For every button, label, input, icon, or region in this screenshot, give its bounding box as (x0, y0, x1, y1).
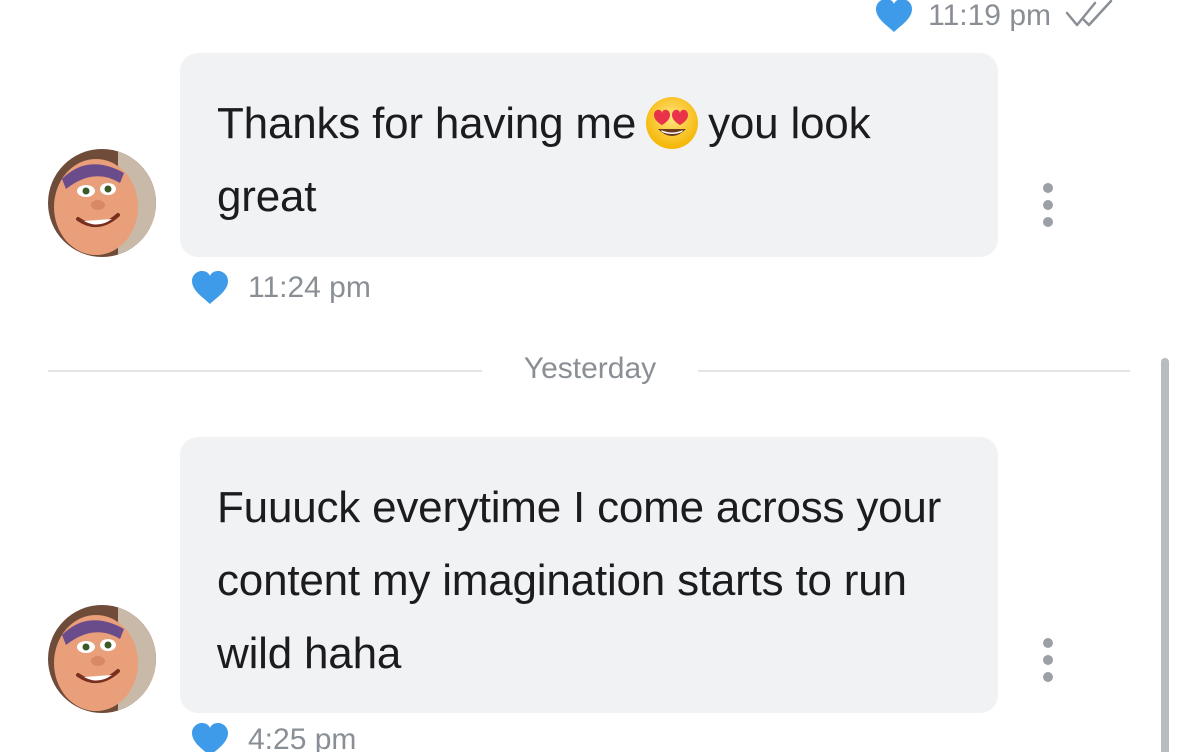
message-meta: 11:24 pm (190, 271, 371, 305)
message-text: Thanks for having me you look great (217, 87, 958, 233)
avatar[interactable] (48, 605, 156, 713)
message-bubble[interactable]: Fuuuck everytime I come across your cont… (180, 437, 998, 713)
message-bubble[interactable]: Thanks for having me you look great (180, 53, 998, 257)
message-options-button[interactable] (1038, 638, 1058, 682)
heart-eyes-emoji-icon (644, 95, 700, 151)
like-heart-icon[interactable] (874, 0, 914, 33)
message-time: 4:25 pm (248, 723, 357, 752)
message-time: 11:19 pm (928, 0, 1051, 32)
message-time: 11:24 pm (248, 271, 371, 304)
previous-message-meta: 11:19 pm (874, 0, 1121, 36)
scrollbar[interactable] (1161, 358, 1169, 752)
message-text: Fuuuck everytime I come across your cont… (217, 483, 942, 678)
like-heart-icon[interactable] (190, 723, 230, 752)
message-meta: 4:25 pm (190, 723, 356, 752)
date-divider-label: Yesterday (523, 352, 657, 385)
double-check-icon (1065, 0, 1121, 34)
divider-line-right (698, 370, 1130, 372)
message-options-button[interactable] (1038, 183, 1058, 227)
divider-line-left (48, 370, 482, 372)
avatar[interactable] (48, 149, 156, 257)
like-heart-icon[interactable] (190, 271, 230, 305)
